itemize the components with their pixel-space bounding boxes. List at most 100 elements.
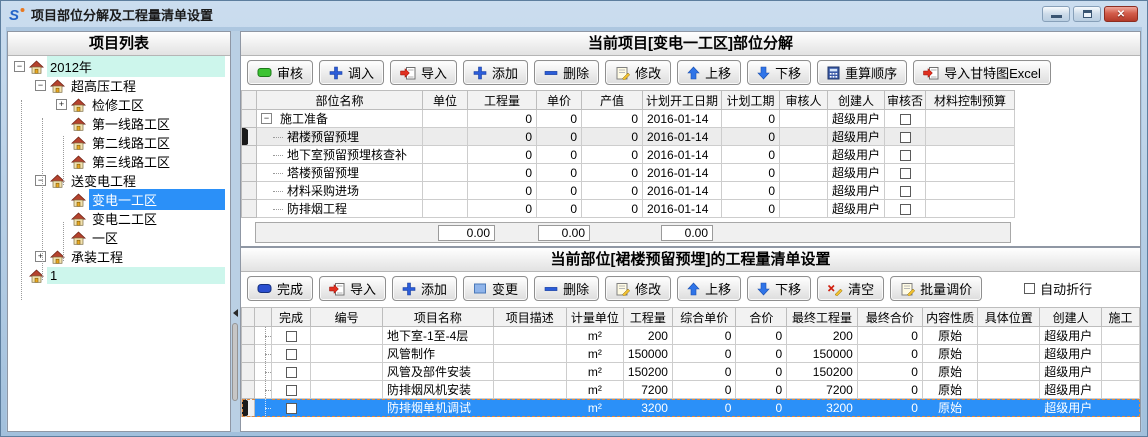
cell-amount[interactable]: 0 xyxy=(736,399,787,417)
cell-audited[interactable] xyxy=(885,146,926,164)
cell-tail[interactable] xyxy=(1102,399,1140,417)
row-indicator[interactable] xyxy=(242,110,257,128)
cell-output[interactable]: 0 xyxy=(582,128,643,146)
cell-name[interactable]: 材料采购进场 xyxy=(257,182,423,200)
cell-done[interactable] xyxy=(271,363,310,381)
table-row[interactable]: 地下室预留预埋核查补 0 0 0 2016-01-14 0 超级用户 xyxy=(242,146,1015,164)
cell-qty[interactable]: 0 xyxy=(468,110,537,128)
collapse-left-icon[interactable] xyxy=(233,309,238,317)
row-indicator[interactable] xyxy=(242,200,257,218)
cell-audited[interactable] xyxy=(885,128,926,146)
cell-start-date[interactable]: 2016-01-14 xyxy=(643,110,722,128)
cell-name[interactable]: 地下室预留预埋核查补 xyxy=(257,146,423,164)
row-indicator[interactable] xyxy=(242,399,255,417)
call-in-button[interactable]: 调入 xyxy=(319,60,384,85)
cell-auditor[interactable] xyxy=(780,200,828,218)
autowrap-checkbox[interactable]: 自动折行 xyxy=(1024,279,1092,298)
cell-location[interactable] xyxy=(978,381,1040,399)
audited-checkbox[interactable] xyxy=(900,186,911,197)
done-checkbox[interactable] xyxy=(286,385,297,396)
cell-desc[interactable] xyxy=(493,327,566,345)
cell-qty[interactable]: 0 xyxy=(468,182,537,200)
cell-done[interactable] xyxy=(271,381,310,399)
move-up-button[interactable]: 上移 xyxy=(677,60,741,85)
cell-done[interactable] xyxy=(271,345,310,363)
row-indicator[interactable] xyxy=(242,128,257,146)
table-row[interactable]: 地下室-1至-4层 m² 200 0 0 200 0 原始 超级用户 xyxy=(242,327,1140,345)
modify-button[interactable]: 修改 xyxy=(605,60,671,85)
tree-node-label[interactable]: 第三线路工区 xyxy=(89,151,225,172)
cell-budget[interactable] xyxy=(926,200,1015,218)
cell-unit[interactable] xyxy=(423,182,468,200)
modify-button[interactable]: 修改 xyxy=(605,276,671,301)
cell-price[interactable]: 0 xyxy=(537,146,582,164)
cell-audited[interactable] xyxy=(885,110,926,128)
cell-creator[interactable]: 超级用户 xyxy=(1040,327,1102,345)
cell-unit[interactable]: m² xyxy=(566,345,623,363)
table-row-selected[interactable]: 防排烟单机调试 m² 3200 0 0 3200 0 原始 超级用户 xyxy=(242,399,1140,417)
cell-price[interactable]: 0 xyxy=(537,164,582,182)
cell-budget[interactable] xyxy=(926,146,1015,164)
cell-final-amount[interactable]: 0 xyxy=(857,381,922,399)
table-row[interactable]: 风管制作 m² 150000 0 0 150000 0 原始 超级用户 xyxy=(242,345,1140,363)
panel-splitter[interactable] xyxy=(231,31,240,432)
audited-checkbox[interactable] xyxy=(900,168,911,179)
cell-final-amount[interactable]: 0 xyxy=(857,363,922,381)
cell-qty[interactable]: 0 xyxy=(468,128,537,146)
finish-button[interactable]: 完成 xyxy=(247,276,313,301)
cell-creator[interactable]: 超级用户 xyxy=(828,182,885,200)
cell-final-qty[interactable]: 7200 xyxy=(787,381,858,399)
cell-start-date[interactable]: 2016-01-14 xyxy=(643,164,722,182)
cell-duration[interactable]: 0 xyxy=(722,164,780,182)
cell-unit-price[interactable]: 0 xyxy=(672,381,735,399)
cell-auditor[interactable] xyxy=(780,110,828,128)
cell-tail[interactable] xyxy=(1102,381,1140,399)
cell-qty[interactable]: 0 xyxy=(468,164,537,182)
cell-output[interactable]: 0 xyxy=(582,164,643,182)
collapse-icon[interactable]: − xyxy=(35,80,46,91)
cell-duration[interactable]: 0 xyxy=(722,200,780,218)
recalc-order-button[interactable]: 重算顺序 xyxy=(817,60,907,85)
cell-name[interactable]: 裙楼预留预埋 xyxy=(257,128,423,146)
cell-location[interactable] xyxy=(978,345,1040,363)
tree-node-label[interactable]: 第二线路工区 xyxy=(89,132,225,153)
cell-name[interactable]: 风管制作 xyxy=(382,345,493,363)
cell-unit[interactable]: m² xyxy=(566,327,623,345)
cell-location[interactable] xyxy=(978,399,1040,417)
audit-button[interactable]: 审核 xyxy=(247,60,313,85)
cell-nature[interactable]: 原始 xyxy=(922,345,977,363)
cell-name[interactable]: 地下室-1至-4层 xyxy=(382,327,493,345)
done-checkbox[interactable] xyxy=(286,403,297,414)
import-button[interactable]: 导入 xyxy=(390,60,457,85)
cell-auditor[interactable] xyxy=(780,182,828,200)
tree-node-label[interactable]: 送变电工程 xyxy=(68,170,225,191)
cell-creator[interactable]: 超级用户 xyxy=(828,110,885,128)
cell-audited[interactable] xyxy=(885,200,926,218)
cell-done[interactable] xyxy=(271,327,310,345)
cell-output[interactable]: 0 xyxy=(582,110,643,128)
cell-tail[interactable] xyxy=(1102,345,1140,363)
cell-budget[interactable] xyxy=(926,182,1015,200)
tree-node-label[interactable]: 2012年 xyxy=(47,56,225,77)
cell-start-date[interactable]: 2016-01-14 xyxy=(643,146,722,164)
cell-duration[interactable]: 0 xyxy=(722,182,780,200)
cell-audited[interactable] xyxy=(885,164,926,182)
cell-creator[interactable]: 超级用户 xyxy=(828,164,885,182)
cell-budget[interactable] xyxy=(926,128,1015,146)
cell-unit-price[interactable]: 0 xyxy=(672,399,735,417)
move-down-button[interactable]: 下移 xyxy=(747,60,811,85)
cell-desc[interactable] xyxy=(493,381,566,399)
table-row[interactable]: 裙楼预留预埋 0 0 0 2016-01-14 0 超级用户 xyxy=(242,128,1015,146)
cell-creator[interactable]: 超级用户 xyxy=(1040,399,1102,417)
cell-qty[interactable]: 0 xyxy=(468,200,537,218)
cell-tail[interactable] xyxy=(1102,363,1140,381)
tree-node-maintenance-area[interactable]: + 检修工区 xyxy=(8,95,230,114)
import-button[interactable]: 导入 xyxy=(319,276,386,301)
tree-node-label[interactable]: 1 xyxy=(47,267,225,284)
audited-checkbox[interactable] xyxy=(900,150,911,161)
splitter-handle[interactable] xyxy=(232,323,238,401)
cell-qty[interactable]: 150000 xyxy=(623,345,672,363)
add-button[interactable]: 添加 xyxy=(463,60,528,85)
collapse-icon[interactable]: − xyxy=(35,175,46,186)
close-button[interactable]: ✕ xyxy=(1104,6,1138,22)
